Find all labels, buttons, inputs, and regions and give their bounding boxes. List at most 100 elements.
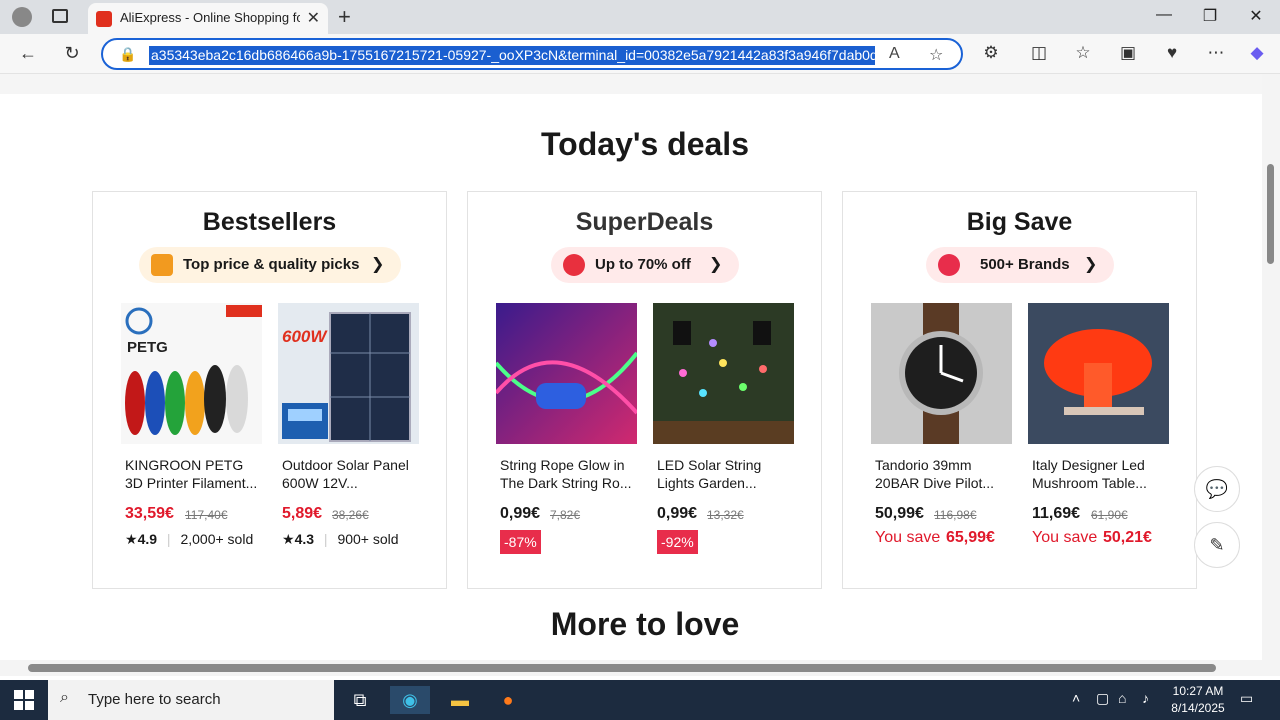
product-image-label: PETG [127,339,168,356]
favorites-icon[interactable]: ☆ [1071,43,1095,63]
back-icon[interactable]: ← [16,43,40,64]
big-save-card[interactable]: Big Save 500+ Brands ❯ Tandorio 39mm 20B… [842,191,1197,589]
read-aloud-icon[interactable]: A [889,45,900,63]
new-tab-icon[interactable]: + [338,4,351,30]
system-clock[interactable]: 10:27 AM 8/14/2025 [1160,683,1236,717]
vertical-scroll-thumb[interactable] [1267,164,1274,264]
more-menu-icon[interactable]: ⋯ [1204,43,1228,63]
product-image[interactable]: 600W [278,303,419,444]
product-price: 33,59€ [125,505,174,522]
tab-title: AliExpress - Online Shopping for Popular… [120,10,300,25]
pill-label: 500+ Brands [980,256,1070,273]
star-icon: ★ [125,531,138,547]
profile-icon[interactable] [12,7,32,27]
product-price: 0,99€ [500,505,541,522]
product-name[interactable]: String Rope Glow in The Dark String Ro..… [500,456,640,492]
aliexpress-favicon-icon [96,11,112,27]
bestsellers-card[interactable]: Bestsellers Top price & quality picks ❯ … [92,191,447,589]
browser-tab[interactable]: AliExpress - Online Shopping for Popular… [88,3,328,34]
pill-label: Up to 70% off [595,256,691,273]
product-name[interactable]: KINGROON PETG 3D Printer Filament... [125,456,265,492]
brand-logos-icon [938,254,960,276]
product-name[interactable]: Italy Designer Led Mushroom Table... [1032,456,1172,492]
up-to-off-pill[interactable]: Up to 70% off ❯ [551,247,739,283]
product-image[interactable] [496,303,637,444]
product-price: 0,99€ [657,505,698,522]
tab-bar: AliExpress - Online Shopping for Popular… [0,0,1280,34]
horizontal-scrollbar[interactable] [0,660,1280,676]
restore-icon[interactable]: ❐ [1187,6,1233,26]
product-name[interactable]: Tandorio 39mm 20BAR Dive Pilot... [875,456,1015,492]
product-price: 11,69€ [1032,505,1081,522]
todays-deals-heading: Today's deals [541,126,749,162]
you-save-label: You save [875,529,941,546]
solar-string-lights-illustration [653,303,794,444]
chat-icon[interactable]: 💬 [1194,466,1240,512]
original-price: 7,82€ [550,508,581,522]
tab-actions-icon[interactable] [52,9,68,23]
card-title: Big Save [966,208,1073,236]
split-screen-icon[interactable]: ◫ [1027,43,1051,63]
chevron-right-icon: ❯ [709,256,723,273]
dive-watch-illustration [871,303,1012,444]
horizontal-scroll-thumb[interactable] [28,664,1216,672]
windows-taskbar: ⌕ Type here to search ⧉ ◉ ▬ ● ˄ ▢ ⌂ ♪ 10… [0,680,1280,720]
copilot-icon[interactable]: ◆ [1245,43,1269,63]
brands-pill[interactable]: 500+ Brands ❯ [926,247,1114,283]
you-save-label: You save [1032,529,1098,546]
product-price: 5,89€ [282,505,323,522]
clock-icon [563,254,585,276]
taskbar-search[interactable]: ⌕ Type here to search [48,680,334,720]
extensions-icon[interactable]: ⚙ [979,43,1003,63]
product-rating: ★4.3 | 900+ sold [282,531,399,547]
solar-panel-illustration [278,303,419,444]
close-window-icon[interactable]: ✕ [1233,6,1279,26]
windows-start-icon[interactable] [14,690,34,710]
notifications-icon[interactable]: ▭ [1240,690,1253,707]
product-image[interactable]: PETG [121,303,262,444]
product-rating: ★4.9 | 2,000+ sold [125,531,254,547]
product-name[interactable]: LED Solar String Lights Garden... [657,456,797,492]
original-price: 61,90€ [1091,508,1128,522]
file-explorer-icon[interactable]: ▬ [446,686,474,714]
filament-spools-illustration [121,303,262,444]
star-icon: ★ [282,531,295,547]
close-tab-icon[interactable]: ✕ [307,8,320,28]
network-icon[interactable]: ⌂ [1118,690,1126,706]
show-hidden-icons[interactable]: ˄ [1072,690,1080,706]
address-bar[interactable]: 🔒 a35343eba2c16db686466a9b-1755167215721… [101,38,963,70]
lock-icon[interactable]: 🔒 [119,46,136,63]
more-to-love-heading: More to love [550,606,740,642]
refresh-icon[interactable]: ↻ [60,43,84,64]
bag-icon [151,254,173,276]
vertical-scrollbar[interactable] [1262,74,1280,660]
original-price: 117,40€ [185,508,228,522]
volume-icon[interactable]: ♪ [1142,690,1149,706]
original-price: 13,32€ [707,508,744,522]
chevron-right-icon: ❯ [371,256,385,273]
minimize-icon[interactable]: — [1141,6,1187,24]
product-name[interactable]: Outdoor Solar Panel 600W 12V... [282,456,422,492]
url-text[interactable]: a35343eba2c16db686466a9b-1755167215721-0… [149,46,875,65]
you-save-amount: 65,99€ [946,529,995,546]
product-image[interactable] [653,303,794,444]
product-image[interactable] [1028,303,1169,444]
performance-icon[interactable]: ♥ [1160,43,1184,63]
chevron-right-icon: ❯ [1084,256,1098,273]
glow-rope-illustration [496,303,637,444]
superdeals-card[interactable]: SuperDeals Up to 70% off ❯ String Rope G… [467,191,822,589]
original-price: 38,26€ [332,508,369,522]
feedback-edit-icon[interactable]: ✎ [1194,522,1240,568]
you-save-amount: 50,21€ [1103,529,1152,546]
tray-device-icon[interactable]: ▢ [1096,690,1109,707]
product-image[interactable] [871,303,1012,444]
card-title: Bestsellers [202,208,337,236]
edge-browser-icon[interactable]: ◉ [390,686,430,714]
firefox-icon[interactable]: ● [494,686,522,714]
top-picks-pill[interactable]: Top price & quality picks ❯ [139,247,401,283]
task-view-icon[interactable]: ⧉ [346,686,374,714]
product-price: 50,99€ [875,505,924,522]
search-placeholder: Type here to search [88,691,221,708]
favorite-star-icon[interactable]: ☆ [929,45,943,65]
collections-icon[interactable]: ▣ [1116,43,1140,63]
